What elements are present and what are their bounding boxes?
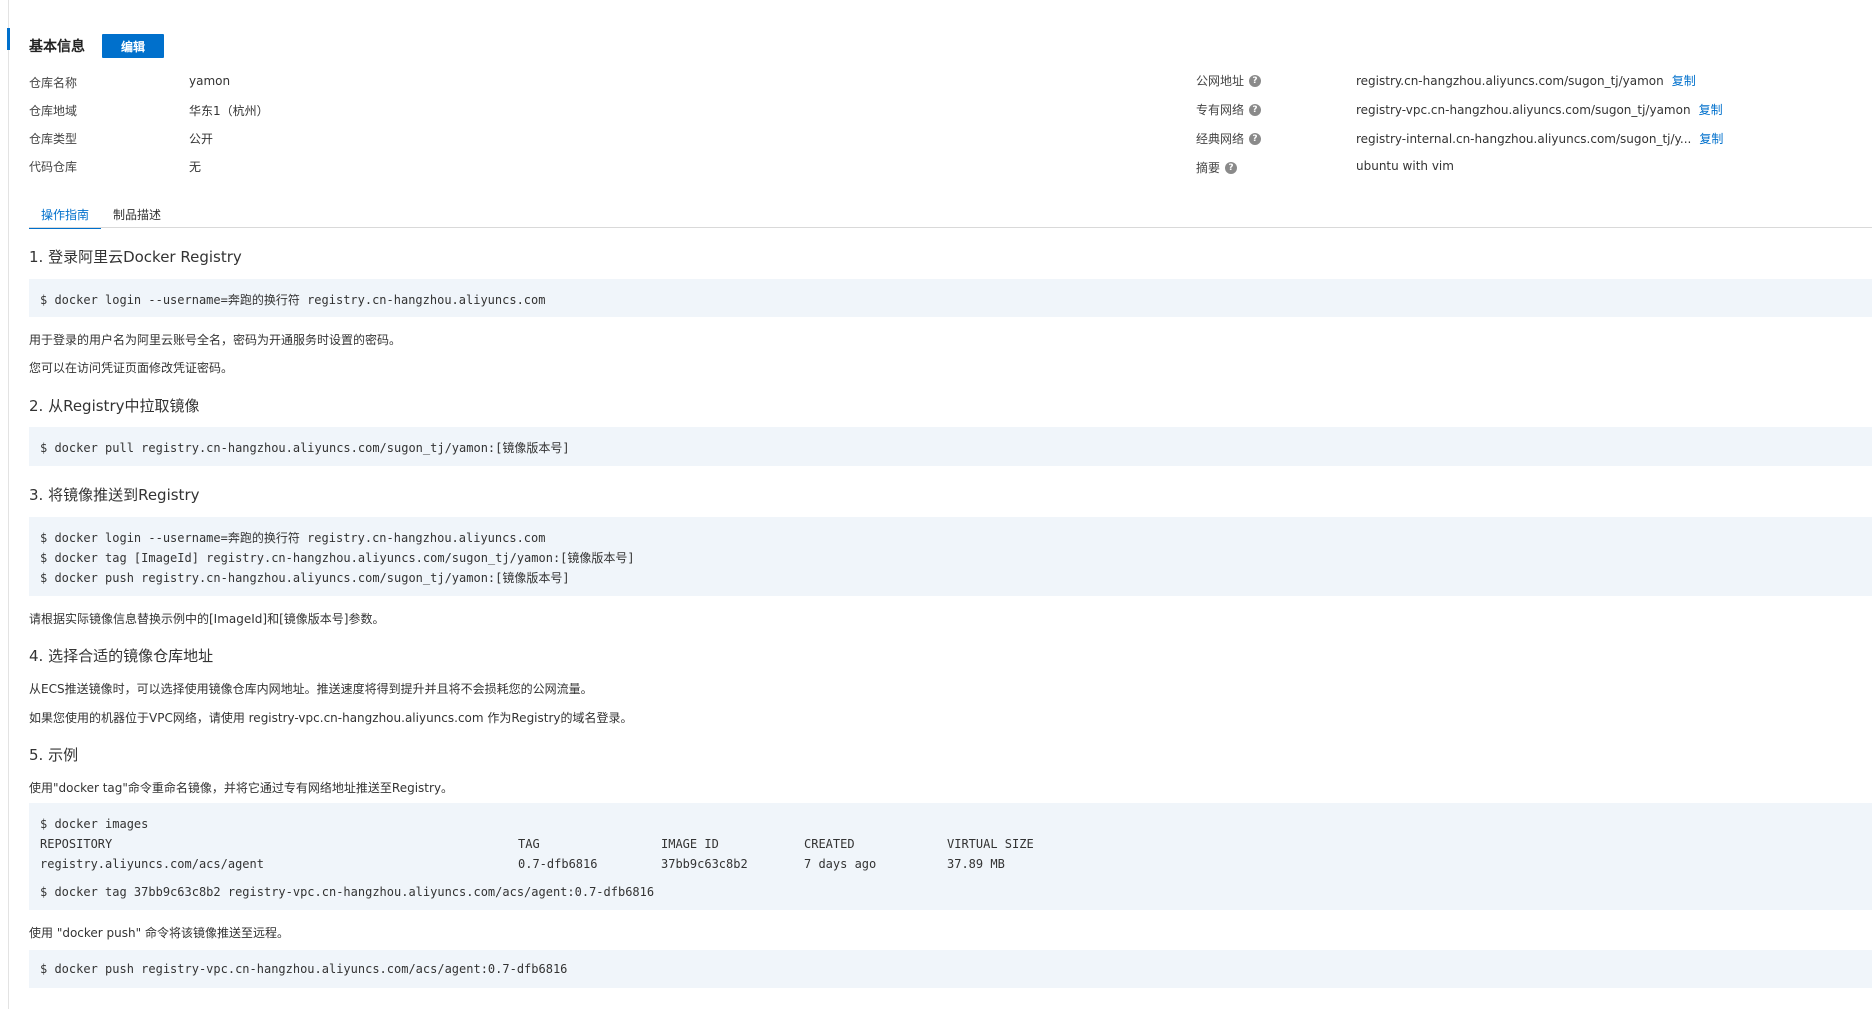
code-repo-label: 代码仓库 xyxy=(29,160,78,174)
classic-address-text: registry-internal.cn-hangzhou.aliyuncs.c… xyxy=(1356,132,1692,146)
table-header-created: CREATED xyxy=(804,837,855,851)
copy-classic-address-link[interactable]: 复制 xyxy=(1699,132,1723,146)
repo-type-value: 公开 xyxy=(189,132,214,146)
digest-value: ubuntu with vim xyxy=(1356,159,1454,173)
public-address-label-text: 公网地址 xyxy=(1196,74,1245,88)
table-header-repository: REPOSITORY xyxy=(40,837,113,851)
repo-type-label: 仓库类型 xyxy=(29,132,78,146)
code-line: $ docker images xyxy=(40,817,149,831)
repo-region-label: 仓库地域 xyxy=(29,104,78,118)
vpc-address-text: registry-vpc.cn-hangzhou.aliyuncs.com/su… xyxy=(1356,103,1691,117)
code-block-example: $ docker images REPOSITORY TAG IMAGE ID … xyxy=(29,803,1872,910)
code-line: $ docker push registry.cn-hangzhou.aliyu… xyxy=(40,571,570,585)
table-cell-tag: 0.7-dfb6816 xyxy=(518,857,598,871)
step-1-note-2: 您可以在访问凭证页面修改凭证密码。 xyxy=(29,361,234,375)
copy-vpc-address-link[interactable]: 复制 xyxy=(1699,103,1723,117)
code-line: $ docker tag [ImageId] registry.cn-hangz… xyxy=(40,551,635,565)
help-icon[interactable]: ? xyxy=(1249,132,1262,145)
table-cell-repository: registry.aliyuncs.com/acs/agent xyxy=(40,857,264,871)
step-5-note-2: 使用 "docker push" 命令将该镜像推送至远程。 xyxy=(29,926,289,940)
vpc-address-label-text: 专有网络 xyxy=(1196,103,1245,117)
vpc-address-value: registry-vpc.cn-hangzhou.aliyuncs.com/su… xyxy=(1356,101,1723,118)
code-line: $ docker login --username=奔跑的换行符 registr… xyxy=(40,531,546,545)
tab-divider xyxy=(29,227,1872,228)
copy-public-address-link[interactable]: 复制 xyxy=(1672,74,1696,88)
tab-operation-guide[interactable]: 操作指南 xyxy=(29,202,102,229)
code-line: $ docker push registry-vpc.cn-hangzhou.a… xyxy=(40,962,568,976)
table-cell-created: 7 days ago xyxy=(804,857,877,871)
step-1-note-1: 用于登录的用户名为阿里云账号全名，密码为开通服务时设置的密码。 xyxy=(29,333,402,347)
tab-artifact-description[interactable]: 制品描述 xyxy=(101,202,173,227)
help-icon[interactable]: ? xyxy=(1249,103,1262,116)
step-5-title: 5. 示例 xyxy=(29,746,79,764)
table-header-tag: TAG xyxy=(518,837,540,851)
code-block-pull: $ docker pull registry.cn-hangzhou.aliyu… xyxy=(29,427,1872,466)
step-3-note: 请根据实际镜像信息替换示例中的[ImageId]和[镜像版本号]参数。 xyxy=(29,612,385,626)
code-block-push: $ docker login --username=奔跑的换行符 registr… xyxy=(29,517,1872,596)
step-2-title: 2. 从Registry中拉取镜像 xyxy=(29,397,200,415)
step-4-note-1: 从ECS推送镜像时，可以选择使用镜像仓库内网地址。推送速度将得到提升并且将不会损… xyxy=(29,682,593,696)
table-header-image-id: IMAGE ID xyxy=(661,837,719,851)
step-4-title: 4. 选择合适的镜像仓库地址 xyxy=(29,647,214,665)
step-3-title: 3. 将镜像推送到Registry xyxy=(29,486,200,504)
step-5-note-1: 使用"docker tag"命令重命名镜像，并将它通过专有网络地址推送至Regi… xyxy=(29,781,454,795)
digest-label-text: 摘要 xyxy=(1196,161,1221,175)
classic-address-value: registry-internal.cn-hangzhou.aliyuncs.c… xyxy=(1356,130,1723,147)
repo-name-label: 仓库名称 xyxy=(29,76,78,90)
public-address-text: registry.cn-hangzhou.aliyuncs.com/sugon_… xyxy=(1356,74,1664,88)
tab-bar: 操作指南 制品描述 xyxy=(29,202,173,229)
left-border xyxy=(8,0,9,1009)
code-line: $ docker tag 37bb9c63c8b2 registry-vpc.c… xyxy=(40,885,655,899)
section-title: 基本信息 xyxy=(29,39,85,55)
code-block-login: $ docker login --username=奔跑的换行符 registr… xyxy=(29,279,1872,317)
table-header-virtual-size: VIRTUAL SIZE xyxy=(947,837,1034,851)
classic-address-label: 经典网络? xyxy=(1196,130,1262,147)
code-repo-value: 无 xyxy=(189,160,202,174)
code-block-example-push: $ docker push registry-vpc.cn-hangzhou.a… xyxy=(29,950,1872,988)
vpc-address-label: 专有网络? xyxy=(1196,101,1262,118)
repo-region-value: 华东1（杭州） xyxy=(189,104,269,118)
help-icon[interactable]: ? xyxy=(1249,74,1262,87)
code-line: $ docker pull registry.cn-hangzhou.aliyu… xyxy=(40,441,570,455)
step-4-note-2: 如果您使用的机器位于VPC网络，请使用 registry-vpc.cn-hang… xyxy=(29,711,633,725)
code-line: $ docker login --username=奔跑的换行符 registr… xyxy=(40,293,546,307)
section-accent-bar xyxy=(7,28,10,50)
public-address-value: registry.cn-hangzhou.aliyuncs.com/sugon_… xyxy=(1356,72,1696,89)
digest-label: 摘要? xyxy=(1196,159,1238,176)
table-cell-image-id: 37bb9c63c8b2 xyxy=(661,857,748,871)
help-icon[interactable]: ? xyxy=(1225,161,1238,174)
edit-button[interactable]: 编辑 xyxy=(102,34,164,58)
classic-address-label-text: 经典网络 xyxy=(1196,132,1245,146)
public-address-label: 公网地址? xyxy=(1196,72,1262,89)
table-cell-virtual-size: 37.89 MB xyxy=(947,857,1005,871)
step-1-title: 1. 登录阿里云Docker Registry xyxy=(29,248,242,266)
repo-name-value: yamon xyxy=(189,74,231,88)
